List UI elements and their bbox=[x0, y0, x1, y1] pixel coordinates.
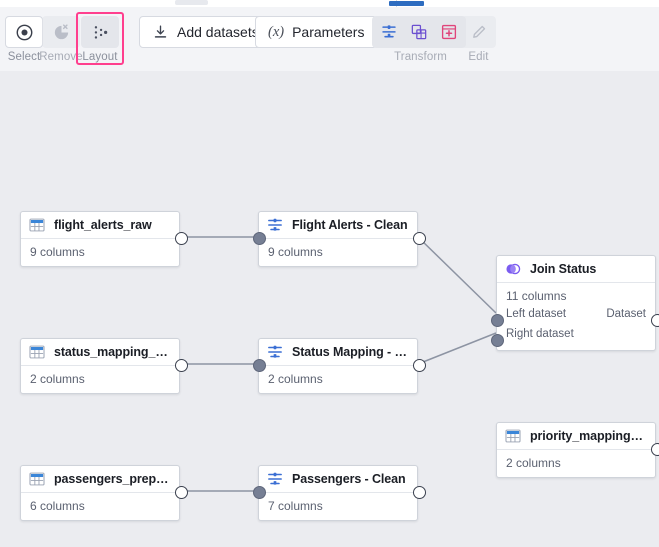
output-port[interactable] bbox=[175, 232, 188, 245]
transform-button-group bbox=[372, 16, 466, 48]
node-column-count: 6 columns bbox=[30, 498, 170, 514]
transform-add-table-icon bbox=[440, 23, 458, 41]
node-body: 9 columns bbox=[259, 239, 417, 266]
node-body: 11 columns Left dataset Dataset Right da… bbox=[497, 283, 655, 350]
input-port[interactable] bbox=[253, 486, 266, 499]
parameters-button[interactable]: (x) Parameters bbox=[255, 16, 377, 48]
node-column-count: 9 columns bbox=[268, 244, 408, 260]
layout-scatter-icon bbox=[91, 23, 110, 42]
node-header: flight_alerts_raw bbox=[21, 212, 179, 239]
clean-transform-icon bbox=[266, 343, 284, 361]
node-title: priority_mapping_raw bbox=[530, 429, 646, 443]
dataset-table-icon bbox=[504, 427, 522, 445]
node-flight-alerts-raw[interactable]: flight_alerts_raw 9 columns bbox=[20, 211, 180, 267]
transform-group-label: Transform bbox=[372, 51, 469, 63]
transform-filter-icon bbox=[380, 23, 398, 41]
output-port[interactable] bbox=[413, 486, 426, 499]
join-left-port-row: Left dataset Dataset bbox=[506, 304, 646, 324]
output-port[interactable] bbox=[413, 232, 426, 245]
node-body: 9 columns bbox=[21, 239, 179, 266]
pencil-icon bbox=[470, 23, 488, 41]
edit-button[interactable] bbox=[461, 16, 496, 48]
output-port[interactable] bbox=[413, 359, 426, 372]
dataset-table-icon bbox=[28, 470, 46, 488]
transform-add-button[interactable] bbox=[435, 19, 463, 45]
function-x-icon: (x) bbox=[268, 25, 284, 40]
node-title: status_mapping_raw bbox=[54, 345, 170, 359]
add-datasets-button[interactable]: Add datasets bbox=[139, 16, 272, 48]
remove-button[interactable] bbox=[42, 16, 80, 48]
clean-transform-icon bbox=[266, 216, 284, 234]
node-header: passengers_preprocesse… bbox=[21, 466, 179, 493]
layout-button-label: Layout bbox=[78, 51, 122, 63]
node-title: passengers_preprocesse… bbox=[54, 472, 170, 486]
parameters-label: Parameters bbox=[292, 25, 364, 39]
node-title: flight_alerts_raw bbox=[54, 218, 152, 232]
node-title: Status Mapping - Clean bbox=[292, 345, 408, 359]
output-port[interactable] bbox=[175, 486, 188, 499]
node-header: Flight Alerts - Clean bbox=[259, 212, 417, 239]
left-dataset-label: Left dataset bbox=[506, 308, 566, 320]
node-priority-mapping-raw[interactable]: priority_mapping_raw 2 columns bbox=[496, 422, 656, 478]
node-header: Status Mapping - Clean bbox=[259, 339, 417, 366]
edge-flight-clean-to-join-left bbox=[418, 237, 496, 313]
tab-active-indicator bbox=[389, 1, 424, 6]
node-body: 2 columns bbox=[21, 366, 179, 393]
node-column-count: 2 columns bbox=[268, 371, 408, 387]
remove-pie-x-icon bbox=[52, 23, 71, 42]
dataset-table-icon bbox=[28, 216, 46, 234]
left-dataset-input-port[interactable] bbox=[491, 314, 504, 327]
tab-strip bbox=[0, 0, 659, 7]
edit-button-label: Edit bbox=[461, 51, 496, 63]
node-title: Flight Alerts - Clean bbox=[292, 218, 408, 232]
node-column-count: 2 columns bbox=[506, 455, 646, 471]
input-port[interactable] bbox=[253, 359, 266, 372]
node-join-status[interactable]: Join Status 11 columns Left dataset Data… bbox=[496, 255, 656, 351]
graph-editor-screen: Select Remove Layout bbox=[0, 0, 659, 547]
transform-filter-button[interactable] bbox=[375, 19, 403, 45]
right-dataset-label: Right dataset bbox=[506, 328, 574, 340]
join-right-port-row: Right dataset bbox=[506, 324, 646, 344]
select-button[interactable] bbox=[5, 16, 43, 48]
add-datasets-label: Add datasets bbox=[177, 25, 259, 39]
output-dataset-label: Dataset bbox=[606, 308, 646, 320]
node-header: Join Status bbox=[497, 256, 655, 283]
transform-join-button[interactable] bbox=[405, 19, 433, 45]
download-icon bbox=[152, 24, 169, 41]
clean-transform-icon bbox=[266, 470, 284, 488]
node-passengers-clean[interactable]: Passengers - Clean 7 columns bbox=[258, 465, 418, 521]
node-header: priority_mapping_raw bbox=[497, 423, 655, 450]
dataset-output-port[interactable] bbox=[651, 314, 659, 327]
node-flight-alerts-clean[interactable]: Flight Alerts - Clean 9 columns bbox=[258, 211, 418, 267]
node-body: 7 columns bbox=[259, 493, 417, 520]
input-port[interactable] bbox=[253, 232, 266, 245]
transform-join-grid-icon bbox=[410, 23, 428, 41]
layout-button[interactable] bbox=[81, 16, 119, 48]
output-port[interactable] bbox=[651, 443, 659, 456]
node-status-mapping-raw[interactable]: status_mapping_raw 2 columns bbox=[20, 338, 180, 394]
select-target-icon bbox=[15, 23, 34, 42]
graph-canvas[interactable]: flight_alerts_raw 9 columns Flight Alert… bbox=[0, 71, 659, 547]
node-title: Passengers - Clean bbox=[292, 472, 406, 486]
node-column-count: 7 columns bbox=[268, 498, 408, 514]
output-port[interactable] bbox=[175, 359, 188, 372]
node-body: 2 columns bbox=[497, 450, 655, 477]
node-title: Join Status bbox=[530, 262, 596, 276]
edge-status-clean-to-join-right bbox=[418, 333, 496, 364]
right-dataset-input-port[interactable] bbox=[491, 334, 504, 347]
node-column-count: 9 columns bbox=[30, 244, 170, 260]
node-column-count: 11 columns bbox=[506, 288, 646, 304]
node-body: 2 columns bbox=[259, 366, 417, 393]
node-status-mapping-clean[interactable]: Status Mapping - Clean 2 columns bbox=[258, 338, 418, 394]
node-passengers-preprocessed[interactable]: passengers_preprocesse… 6 columns bbox=[20, 465, 180, 521]
node-body: 6 columns bbox=[21, 493, 179, 520]
toolbar: Select Remove Layout bbox=[0, 7, 659, 72]
dataset-table-icon bbox=[28, 343, 46, 361]
tab-pill-partial[interactable] bbox=[175, 0, 208, 5]
node-column-count: 2 columns bbox=[30, 371, 170, 387]
node-header: status_mapping_raw bbox=[21, 339, 179, 366]
join-icon bbox=[504, 260, 522, 278]
node-header: Passengers - Clean bbox=[259, 466, 417, 493]
